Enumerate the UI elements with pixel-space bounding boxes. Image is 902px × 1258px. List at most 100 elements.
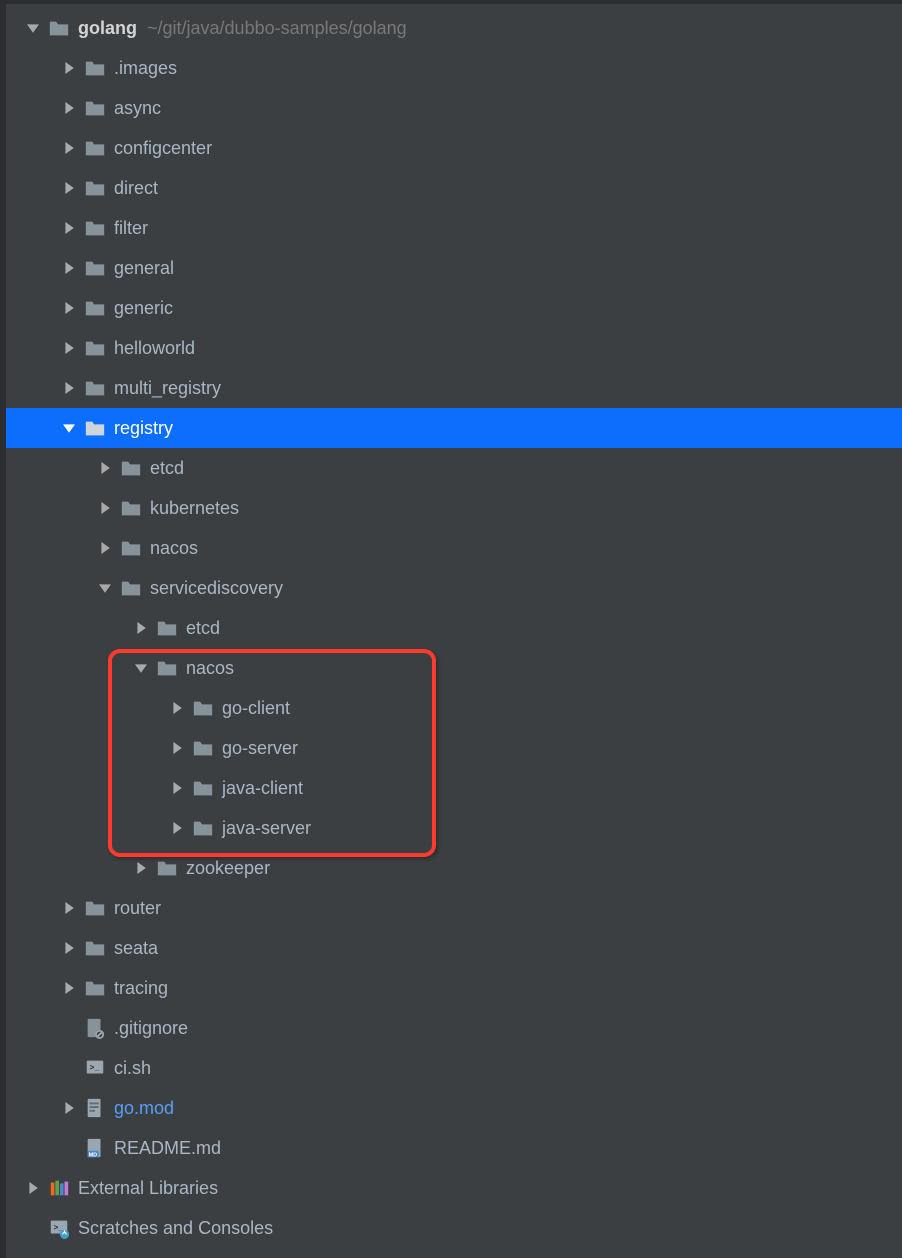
tree-row-gitignore[interactable]: .gitignore xyxy=(4,1008,902,1048)
folder-icon xyxy=(84,897,106,919)
folder-label: general xyxy=(114,258,174,279)
folder-label: configcenter xyxy=(114,138,212,159)
tree-row-images[interactable]: .images xyxy=(4,48,902,88)
chevron-right-icon xyxy=(60,259,78,277)
tree-row-scratches[interactable]: >_ Scratches and Consoles xyxy=(4,1208,902,1248)
folder-label: filter xyxy=(114,218,148,239)
file-label: go.mod xyxy=(114,1098,174,1119)
folder-label: java-client xyxy=(222,778,303,799)
scratches-icon: >_ xyxy=(48,1217,70,1239)
folder-label: nacos xyxy=(186,658,234,679)
markdown-file-icon: MD xyxy=(84,1137,106,1159)
chevron-right-icon xyxy=(60,979,78,997)
chevron-right-icon xyxy=(168,779,186,797)
tree-row-etcd[interactable]: etcd xyxy=(4,448,902,488)
folder-icon xyxy=(84,257,106,279)
project-name-label: golang xyxy=(78,18,137,39)
tree-row-zookeeper[interactable]: zookeeper xyxy=(4,848,902,888)
chevron-right-icon xyxy=(60,219,78,237)
chevron-right-icon xyxy=(60,299,78,317)
folder-icon xyxy=(84,337,106,359)
chevron-right-icon xyxy=(60,1099,78,1117)
tree-row-java-server[interactable]: java-server xyxy=(4,808,902,848)
folder-icon xyxy=(84,937,106,959)
folder-icon xyxy=(156,857,178,879)
tree-row-sd-etcd[interactable]: etcd xyxy=(4,608,902,648)
chevron-down-icon xyxy=(96,579,114,597)
chevron-right-icon xyxy=(60,139,78,157)
chevron-right-icon xyxy=(168,739,186,757)
folder-icon xyxy=(120,577,142,599)
tree-row-servicediscovery[interactable]: servicediscovery xyxy=(4,568,902,608)
tree-row-tracing[interactable]: tracing xyxy=(4,968,902,1008)
svg-text:MD: MD xyxy=(89,1152,98,1158)
folder-label: nacos xyxy=(150,538,198,559)
tree-row-general[interactable]: general xyxy=(4,248,902,288)
tree-row-direct[interactable]: direct xyxy=(4,168,902,208)
libraries-icon xyxy=(48,1177,70,1199)
tree-row-go-server[interactable]: go-server xyxy=(4,728,902,768)
folder-icon xyxy=(84,177,106,199)
folder-icon xyxy=(48,17,70,39)
file-label: ci.sh xyxy=(114,1058,151,1079)
folder-icon xyxy=(192,817,214,839)
tree-row-generic[interactable]: generic xyxy=(4,288,902,328)
chevron-down-icon xyxy=(60,419,78,437)
tree-row-java-client[interactable]: java-client xyxy=(4,768,902,808)
folder-label: direct xyxy=(114,178,158,199)
folder-icon xyxy=(192,737,214,759)
chevron-right-icon xyxy=(60,379,78,397)
chevron-right-icon xyxy=(60,99,78,117)
folder-label: tracing xyxy=(114,978,168,999)
tree-row-ci-sh[interactable]: >_ ci.sh xyxy=(4,1048,902,1088)
folder-icon xyxy=(84,297,106,319)
go-mod-file-icon xyxy=(84,1097,106,1119)
tree-row-helloworld[interactable]: helloworld xyxy=(4,328,902,368)
folder-icon xyxy=(84,377,106,399)
folder-label: helloworld xyxy=(114,338,195,359)
tree-row-router[interactable]: router xyxy=(4,888,902,928)
tree-row-go-client[interactable]: go-client xyxy=(4,688,902,728)
tree-row-readme[interactable]: MD README.md xyxy=(4,1128,902,1168)
tree-row-sd-nacos[interactable]: nacos xyxy=(4,648,902,688)
chevron-right-icon xyxy=(96,539,114,557)
folder-label: zookeeper xyxy=(186,858,270,879)
folder-label: registry xyxy=(114,418,173,439)
tree-row-multi-registry[interactable]: multi_registry xyxy=(4,368,902,408)
chevron-right-icon xyxy=(60,339,78,357)
folder-label: generic xyxy=(114,298,173,319)
chevron-right-icon xyxy=(132,619,150,637)
tree-row-kubernetes[interactable]: kubernetes xyxy=(4,488,902,528)
folder-icon xyxy=(120,497,142,519)
tree-row-root[interactable]: golang ~/git/java/dubbo-samples/golang xyxy=(4,8,902,48)
folder-label: .images xyxy=(114,58,177,79)
tree-row-filter[interactable]: filter xyxy=(4,208,902,248)
folder-icon xyxy=(84,417,106,439)
chevron-right-icon xyxy=(60,899,78,917)
folder-icon xyxy=(192,777,214,799)
tree-row-configcenter[interactable]: configcenter xyxy=(4,128,902,168)
folder-label: java-server xyxy=(222,818,311,839)
folder-label: servicediscovery xyxy=(150,578,283,599)
folder-label: go-client xyxy=(222,698,290,719)
chevron-right-icon xyxy=(168,699,186,717)
tree-row-go-mod[interactable]: go.mod xyxy=(4,1088,902,1128)
file-label: .gitignore xyxy=(114,1018,188,1039)
tree-row-seata[interactable]: seata xyxy=(4,928,902,968)
external-libraries-label: External Libraries xyxy=(78,1178,218,1199)
chevron-down-icon xyxy=(132,659,150,677)
chevron-right-icon xyxy=(96,459,114,477)
tree-row-external-libraries[interactable]: External Libraries xyxy=(4,1168,902,1208)
tree-row-registry[interactable]: registry xyxy=(4,408,902,448)
folder-label: router xyxy=(114,898,161,919)
svg-text:>_: >_ xyxy=(54,1223,64,1232)
tree-row-nacos[interactable]: nacos xyxy=(4,528,902,568)
chevron-right-icon xyxy=(60,59,78,77)
scratches-label: Scratches and Consoles xyxy=(78,1218,273,1239)
project-path-label: ~/git/java/dubbo-samples/golang xyxy=(147,18,407,39)
chevron-right-icon xyxy=(168,819,186,837)
chevron-right-icon xyxy=(60,939,78,957)
folder-icon xyxy=(120,457,142,479)
folder-icon xyxy=(84,97,106,119)
tree-row-async[interactable]: async xyxy=(4,88,902,128)
